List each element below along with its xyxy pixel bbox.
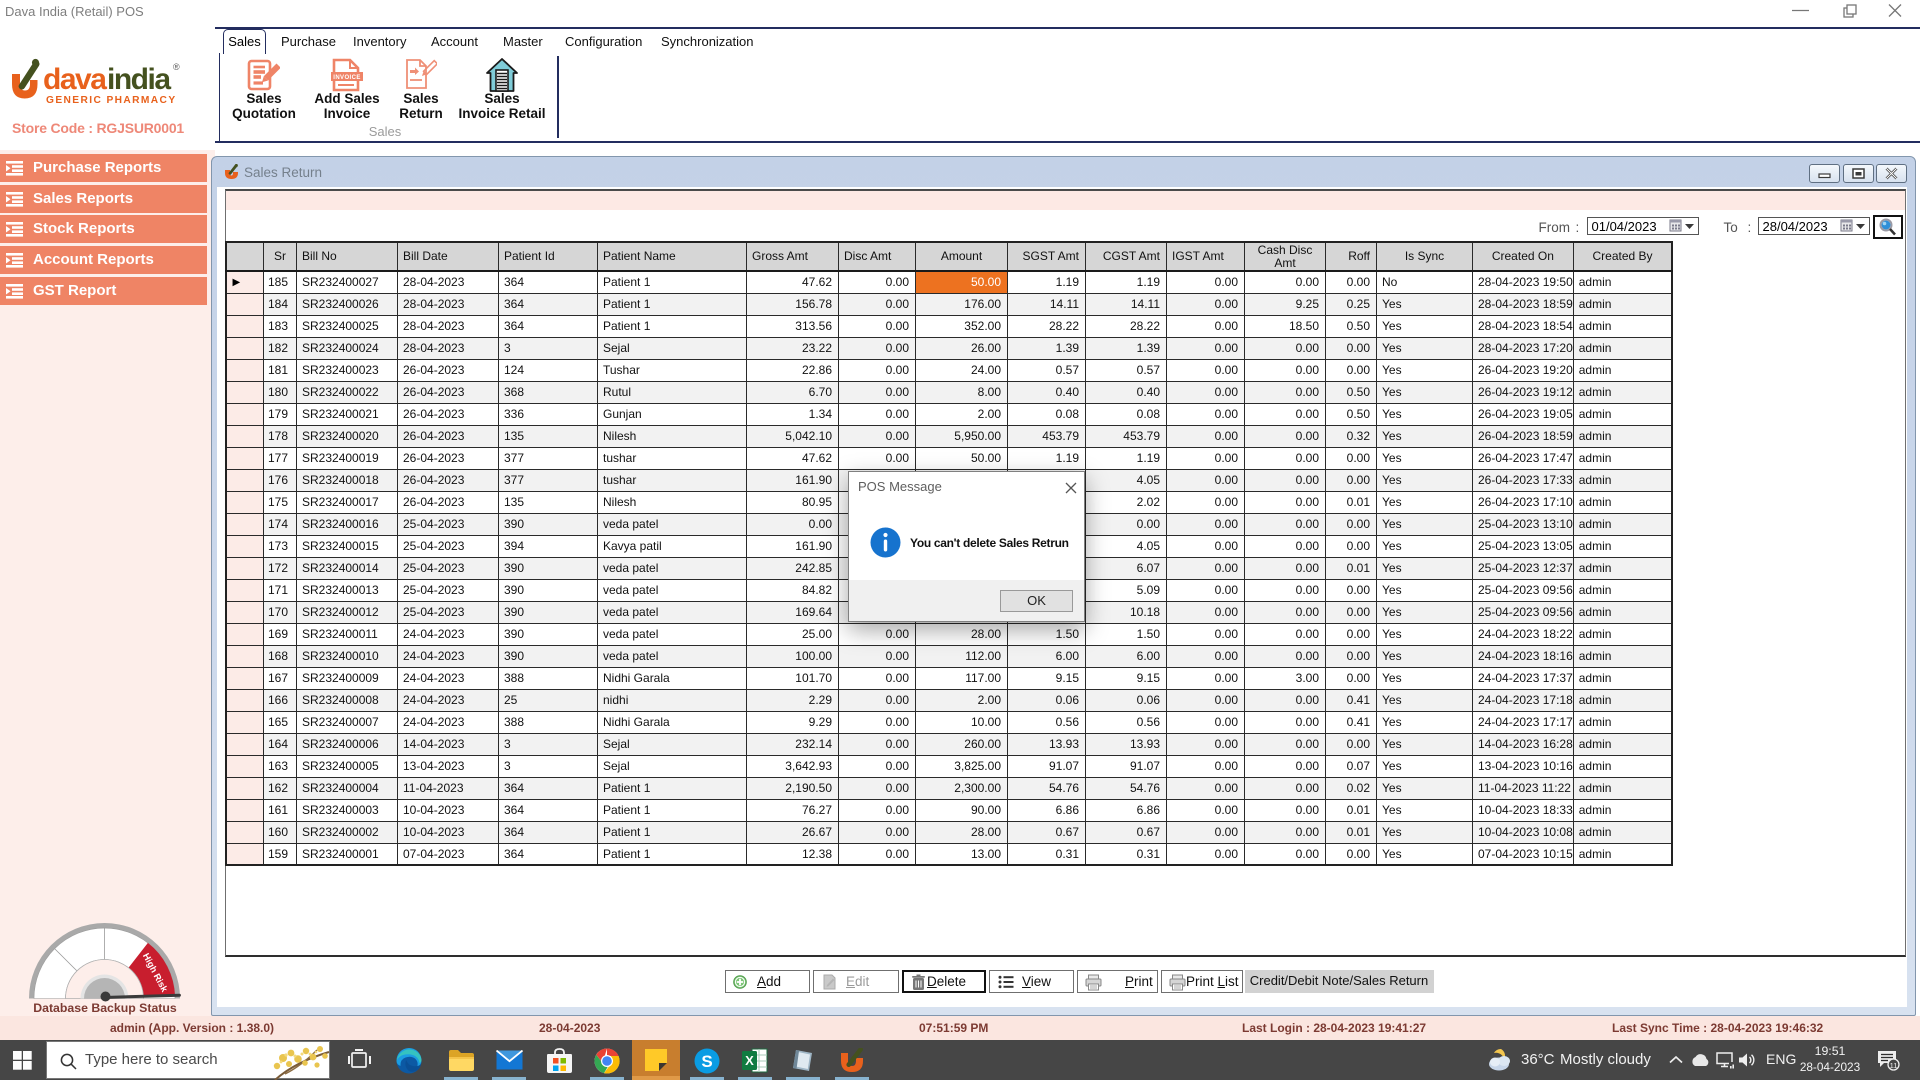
svg-text:11: 11: [1890, 1061, 1898, 1070]
svg-text:®: ®: [173, 62, 180, 72]
svg-text:GENERIC PHARMACY: GENERIC PHARMACY: [46, 95, 177, 106]
svg-text:S: S: [701, 1052, 712, 1071]
svg-text:X: X: [745, 1053, 754, 1068]
svg-text:dava: dava: [43, 63, 107, 96]
svg-text:india: india: [107, 63, 171, 96]
svg-text:INVOICE: INVOICE: [333, 75, 360, 81]
